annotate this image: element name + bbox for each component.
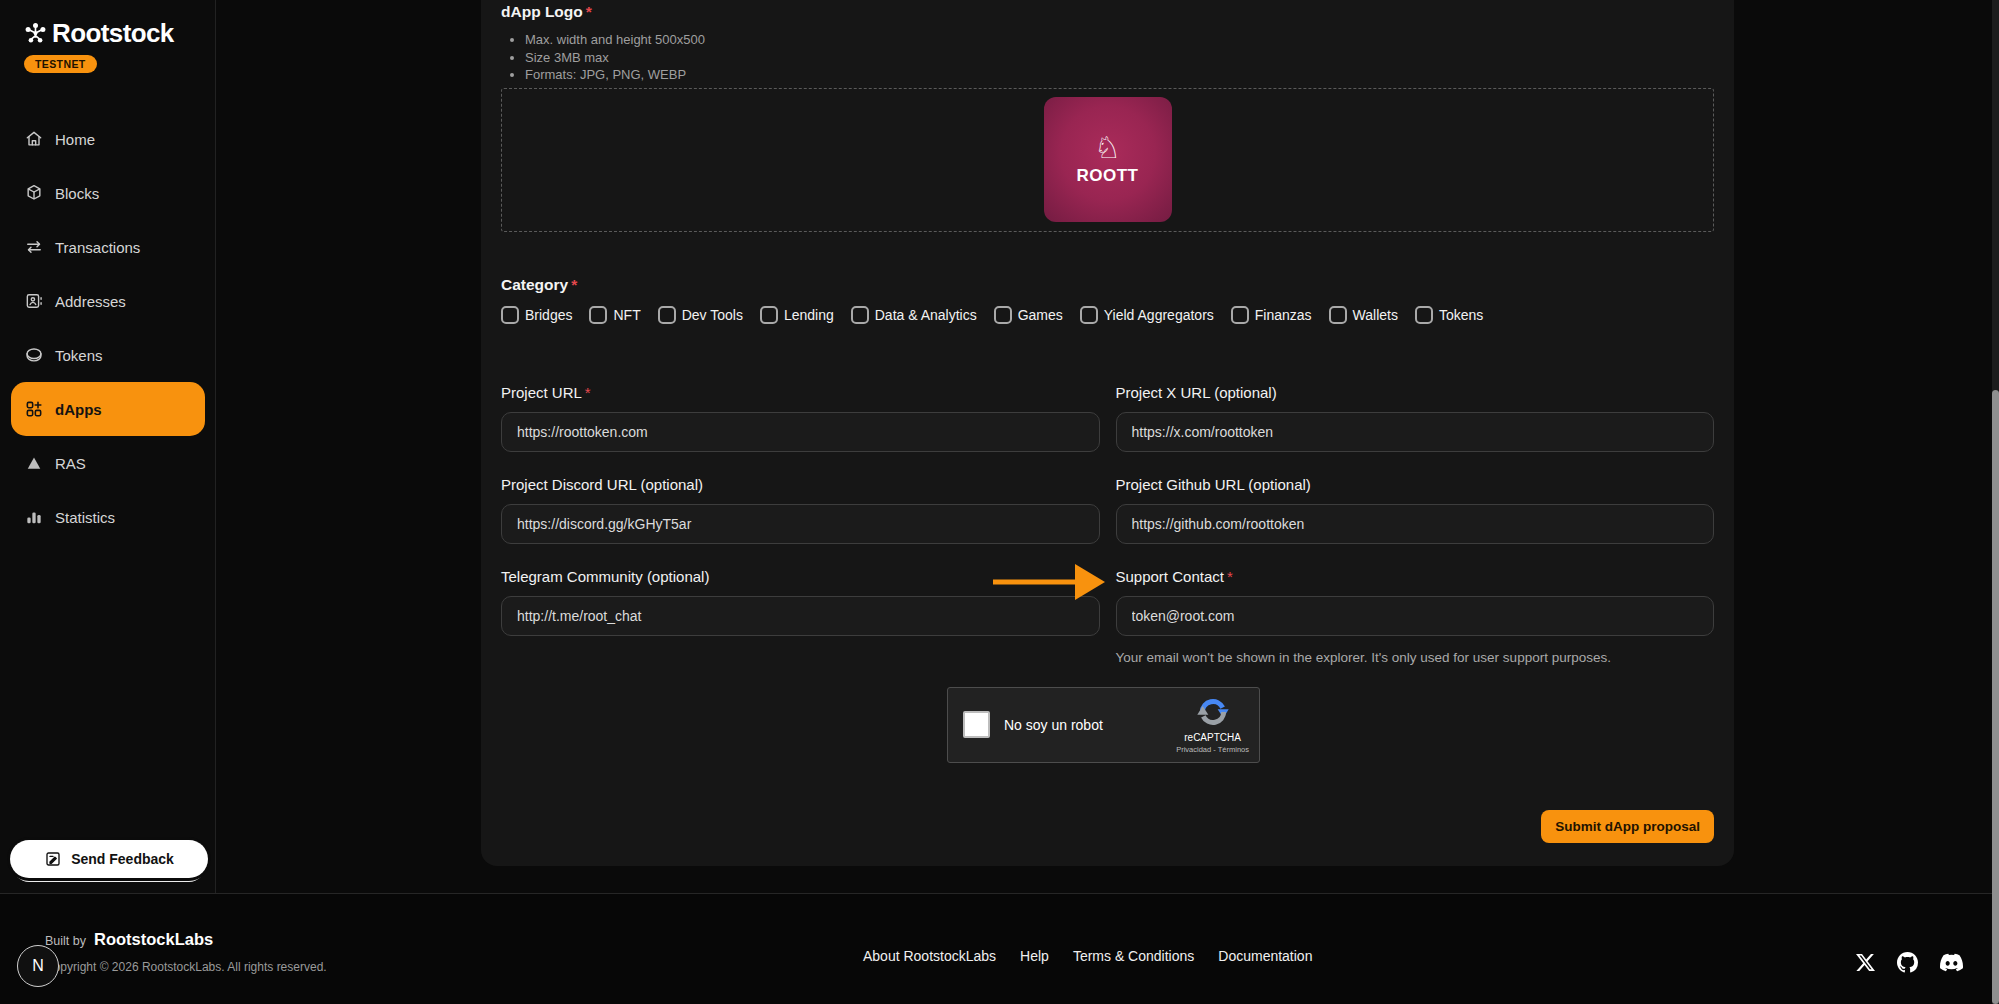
checkbox-box[interactable] <box>1415 306 1433 324</box>
triangle-icon <box>24 453 44 473</box>
sidebar-nav: Home Blocks Transactions <box>0 112 215 544</box>
recaptcha-label: No soy un robot <box>1004 717 1103 733</box>
sidebar: Rootstock TESTNET Home Blocks <box>0 0 216 893</box>
checkbox-data-analytics[interactable]: Data & Analytics <box>851 306 977 324</box>
brand[interactable]: Rootstock <box>0 0 215 49</box>
feedback-pencil-icon <box>44 850 62 868</box>
form-grid: Project URL* Project X URL (optional) Pr… <box>501 384 1714 665</box>
checkbox-finanzas[interactable]: Finanzas <box>1231 306 1312 324</box>
scrollbar-thumb[interactable] <box>1992 390 1999 1004</box>
checkbox-box[interactable] <box>1231 306 1249 324</box>
brand-name: Rootstock <box>52 18 174 49</box>
coin-icon <box>24 345 44 365</box>
recaptcha-links[interactable]: Privacidad - Términos <box>1176 745 1249 754</box>
discord-icon[interactable] <box>1940 951 1963 974</box>
testnet-badge: TESTNET <box>24 55 97 73</box>
category-label: Category* <box>501 276 1714 294</box>
built-by: Built by RootstockLabs <box>45 930 213 949</box>
checkbox-tokens[interactable]: Tokens <box>1415 306 1483 324</box>
recaptcha-logo-icon <box>1197 696 1229 732</box>
discord-url-input[interactable] <box>501 504 1100 544</box>
checkbox-box[interactable] <box>851 306 869 324</box>
checkbox-dev-tools[interactable]: Dev Tools <box>658 306 743 324</box>
checkbox-box[interactable] <box>589 306 607 324</box>
copyright: Copyright © 2026 RootstockLabs. All righ… <box>45 960 327 974</box>
home-icon <box>24 129 44 149</box>
checkbox-nft[interactable]: NFT <box>589 306 640 324</box>
support-contact-input[interactable] <box>1116 596 1715 636</box>
sidebar-item-statistics[interactable]: Statistics <box>0 490 215 544</box>
footer-link-terms[interactable]: Terms & Conditions <box>1073 948 1194 964</box>
checkbox-box[interactable] <box>760 306 778 324</box>
checkbox-wallets[interactable]: Wallets <box>1329 306 1398 324</box>
github-icon[interactable] <box>1897 952 1918 973</box>
cube-icon <box>24 183 44 203</box>
footer: Built by RootstockLabs Copyright © 2026 … <box>0 893 1999 1004</box>
checkbox-box[interactable] <box>994 306 1012 324</box>
project-url-input[interactable] <box>501 412 1100 452</box>
field-x-url: Project X URL (optional) <box>1116 384 1715 452</box>
sidebar-item-home[interactable]: Home <box>0 112 215 166</box>
github-url-input[interactable] <box>1116 504 1715 544</box>
checkbox-bridges[interactable]: Bridges <box>501 306 572 324</box>
contact-card-icon <box>24 291 44 311</box>
category-options: Bridges NFT Dev Tools Lending Data & Ana… <box>501 306 1714 324</box>
logo-rules: Max. width and height 500x500 Size 3MB m… <box>525 31 1714 84</box>
dapps-grid-icon <box>24 399 44 419</box>
recaptcha-widget: No soy un robot reCAPTCHA Privacidad - T… <box>947 687 1260 763</box>
checkbox-yield-aggregators[interactable]: Yield Aggregators <box>1080 306 1214 324</box>
sidebar-item-tokens[interactable]: Tokens <box>0 328 215 382</box>
sidebar-item-ras[interactable]: RAS <box>0 436 215 490</box>
knight-icon: ♘ <box>1094 133 1121 163</box>
main-content: dApp Logo* Max. width and height 500x500… <box>216 0 1999 893</box>
send-feedback-button[interactable]: Send Feedback <box>10 840 208 878</box>
recaptcha-brand: reCAPTCHA Privacidad - Términos <box>1176 696 1249 754</box>
field-github-url: Project Github URL (optional) <box>1116 476 1715 544</box>
field-support-contact: Support Contact* Your email won't be sho… <box>1116 568 1715 665</box>
x-icon[interactable] <box>1856 953 1875 972</box>
x-url-input[interactable] <box>1116 412 1715 452</box>
dapp-proposal-card: dApp Logo* Max. width and height 500x500… <box>481 0 1734 866</box>
checkbox-games[interactable]: Games <box>994 306 1063 324</box>
sidebar-item-dapps[interactable]: dApps <box>11 382 205 436</box>
dapp-logo-label: dApp Logo* <box>501 3 1714 21</box>
sidebar-item-blocks[interactable]: Blocks <box>0 166 215 220</box>
field-discord-url: Project Discord URL (optional) <box>501 476 1100 544</box>
footer-social <box>1856 951 1963 974</box>
checkbox-box[interactable] <box>658 306 676 324</box>
footer-link-docs[interactable]: Documentation <box>1218 948 1312 964</box>
footer-links: About RootstockLabs Help Terms & Conditi… <box>863 948 1312 964</box>
bar-chart-icon <box>24 507 44 527</box>
field-project-url: Project URL* <box>501 384 1100 452</box>
recaptcha-checkbox[interactable] <box>963 711 990 738</box>
rootstock-logo-icon <box>23 21 48 46</box>
logo-upload-dropzone[interactable]: ♘ ROOTT <box>501 88 1714 232</box>
footer-link-help[interactable]: Help <box>1020 948 1049 964</box>
checkbox-box[interactable] <box>501 306 519 324</box>
company-name[interactable]: RootstockLabs <box>94 930 213 949</box>
swap-arrows-icon <box>24 237 44 257</box>
widget-bubble[interactable]: N <box>17 945 59 987</box>
sidebar-item-addresses[interactable]: Addresses <box>0 274 215 328</box>
submit-dapp-proposal-button[interactable]: Submit dApp proposal <box>1541 810 1714 843</box>
pointer-arrow <box>993 564 1105 604</box>
sidebar-item-transactions[interactable]: Transactions <box>0 220 215 274</box>
checkbox-box[interactable] <box>1080 306 1098 324</box>
logo-preview: ♘ ROOTT <box>1044 97 1172 222</box>
checkbox-box[interactable] <box>1329 306 1347 324</box>
checkbox-lending[interactable]: Lending <box>760 306 834 324</box>
footer-link-about[interactable]: About RootstockLabs <box>863 948 996 964</box>
support-note: Your email won't be shown in the explore… <box>1116 650 1715 665</box>
